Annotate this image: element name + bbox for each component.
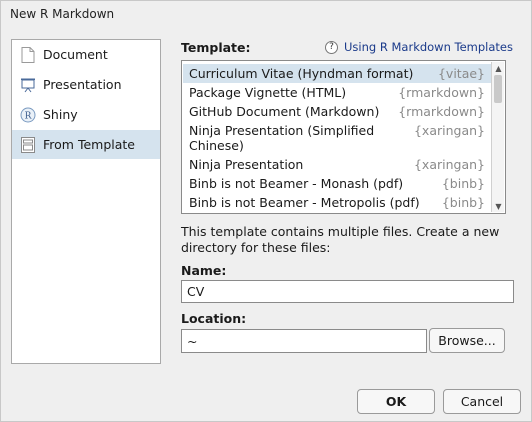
template-icon [20, 136, 36, 153]
template-list-viewport: Curriculum Vitae (Hyndman format) {vitae… [183, 62, 491, 212]
help-link[interactable]: ? Using R Markdown Templates [325, 40, 513, 54]
template-description: This template contains multiple files. C… [181, 224, 500, 255]
template-package: {rmarkdown} [398, 85, 485, 100]
svg-text:R: R [25, 111, 32, 121]
scroll-up-arrow-icon[interactable]: ▲ [492, 62, 505, 74]
cancel-button[interactable]: Cancel [443, 389, 521, 414]
template-package: {binb} [441, 176, 485, 191]
ok-button[interactable]: OK [357, 389, 435, 414]
template-list[interactable]: Curriculum Vitae (Hyndman format) {vitae… [181, 60, 506, 214]
presentation-icon [20, 77, 36, 93]
document-icon [20, 46, 36, 63]
template-list-scrollbar[interactable]: ▲ ▼ [491, 62, 504, 212]
sidebar-item-label: Document [43, 47, 108, 62]
template-name: Ninja Presentation (Simplified Chinese) [189, 123, 375, 153]
template-row-binb-metropolis[interactable]: Binb is not Beamer - Metropolis (pdf) {b… [183, 193, 491, 212]
name-input[interactable] [181, 280, 514, 303]
template-row-binb-monash[interactable]: Binb is not Beamer - Monash (pdf) {binb} [183, 174, 491, 193]
template-name: Package Vignette (HTML) [189, 85, 347, 100]
sidebar-item-from-template[interactable]: From Template [12, 130, 160, 159]
sidebar-item-label: From Template [43, 137, 135, 152]
template-row-package-vignette[interactable]: Package Vignette (HTML) {rmarkdown} [183, 83, 491, 102]
template-package: {xaringan} [413, 157, 485, 172]
template-name: GitHub Document (Markdown) [189, 104, 380, 119]
sidebar-item-document[interactable]: Document [12, 40, 160, 69]
name-label: Name: [181, 263, 227, 278]
sidebar-item-presentation[interactable]: Presentation [12, 70, 160, 99]
sidebar-item-label: Shiny [43, 107, 78, 122]
template-row-github-document[interactable]: GitHub Document (Markdown) {rmarkdown} [183, 102, 491, 121]
window-title: New R Markdown [10, 7, 115, 21]
scroll-thumb[interactable] [494, 75, 502, 103]
template-label: Template: [181, 40, 251, 55]
template-name: Curriculum Vitae (Hyndman format) [189, 66, 414, 81]
template-package: {vitae} [437, 66, 485, 81]
location-label: Location: [181, 311, 247, 326]
template-name: Binb is not Beamer - Metropolis (pdf) [189, 195, 420, 210]
sidebar-item-label: Presentation [43, 77, 122, 92]
template-row-ninja-simplified-chinese[interactable]: Ninja Presentation (Simplified Chinese) … [183, 122, 491, 154]
template-package: {xaringan} [413, 123, 485, 138]
browse-button[interactable]: Browse... [429, 328, 505, 353]
help-icon: ? [325, 40, 338, 54]
template-name: Binb is not Beamer - Monash (pdf) [189, 176, 404, 191]
template-name: Ninja Presentation [189, 157, 304, 172]
shiny-icon: R [20, 107, 36, 123]
location-input[interactable] [181, 329, 427, 353]
template-row-vitae[interactable]: Curriculum Vitae (Hyndman format) {vitae… [183, 64, 491, 83]
template-package: {binb} [441, 195, 485, 210]
sidebar-item-shiny[interactable]: R Shiny [12, 100, 160, 129]
template-row-ninja-presentation[interactable]: Ninja Presentation {xaringan} [183, 155, 491, 174]
scroll-down-arrow-icon[interactable]: ▼ [492, 200, 505, 212]
help-link-text[interactable]: Using R Markdown Templates [344, 40, 513, 54]
sidebar: Document Presentation R Shiny From Templ… [11, 39, 161, 364]
template-package: {rmarkdown} [398, 104, 485, 119]
new-rmarkdown-dialog: New R Markdown Document Presentation R S… [0, 0, 532, 422]
